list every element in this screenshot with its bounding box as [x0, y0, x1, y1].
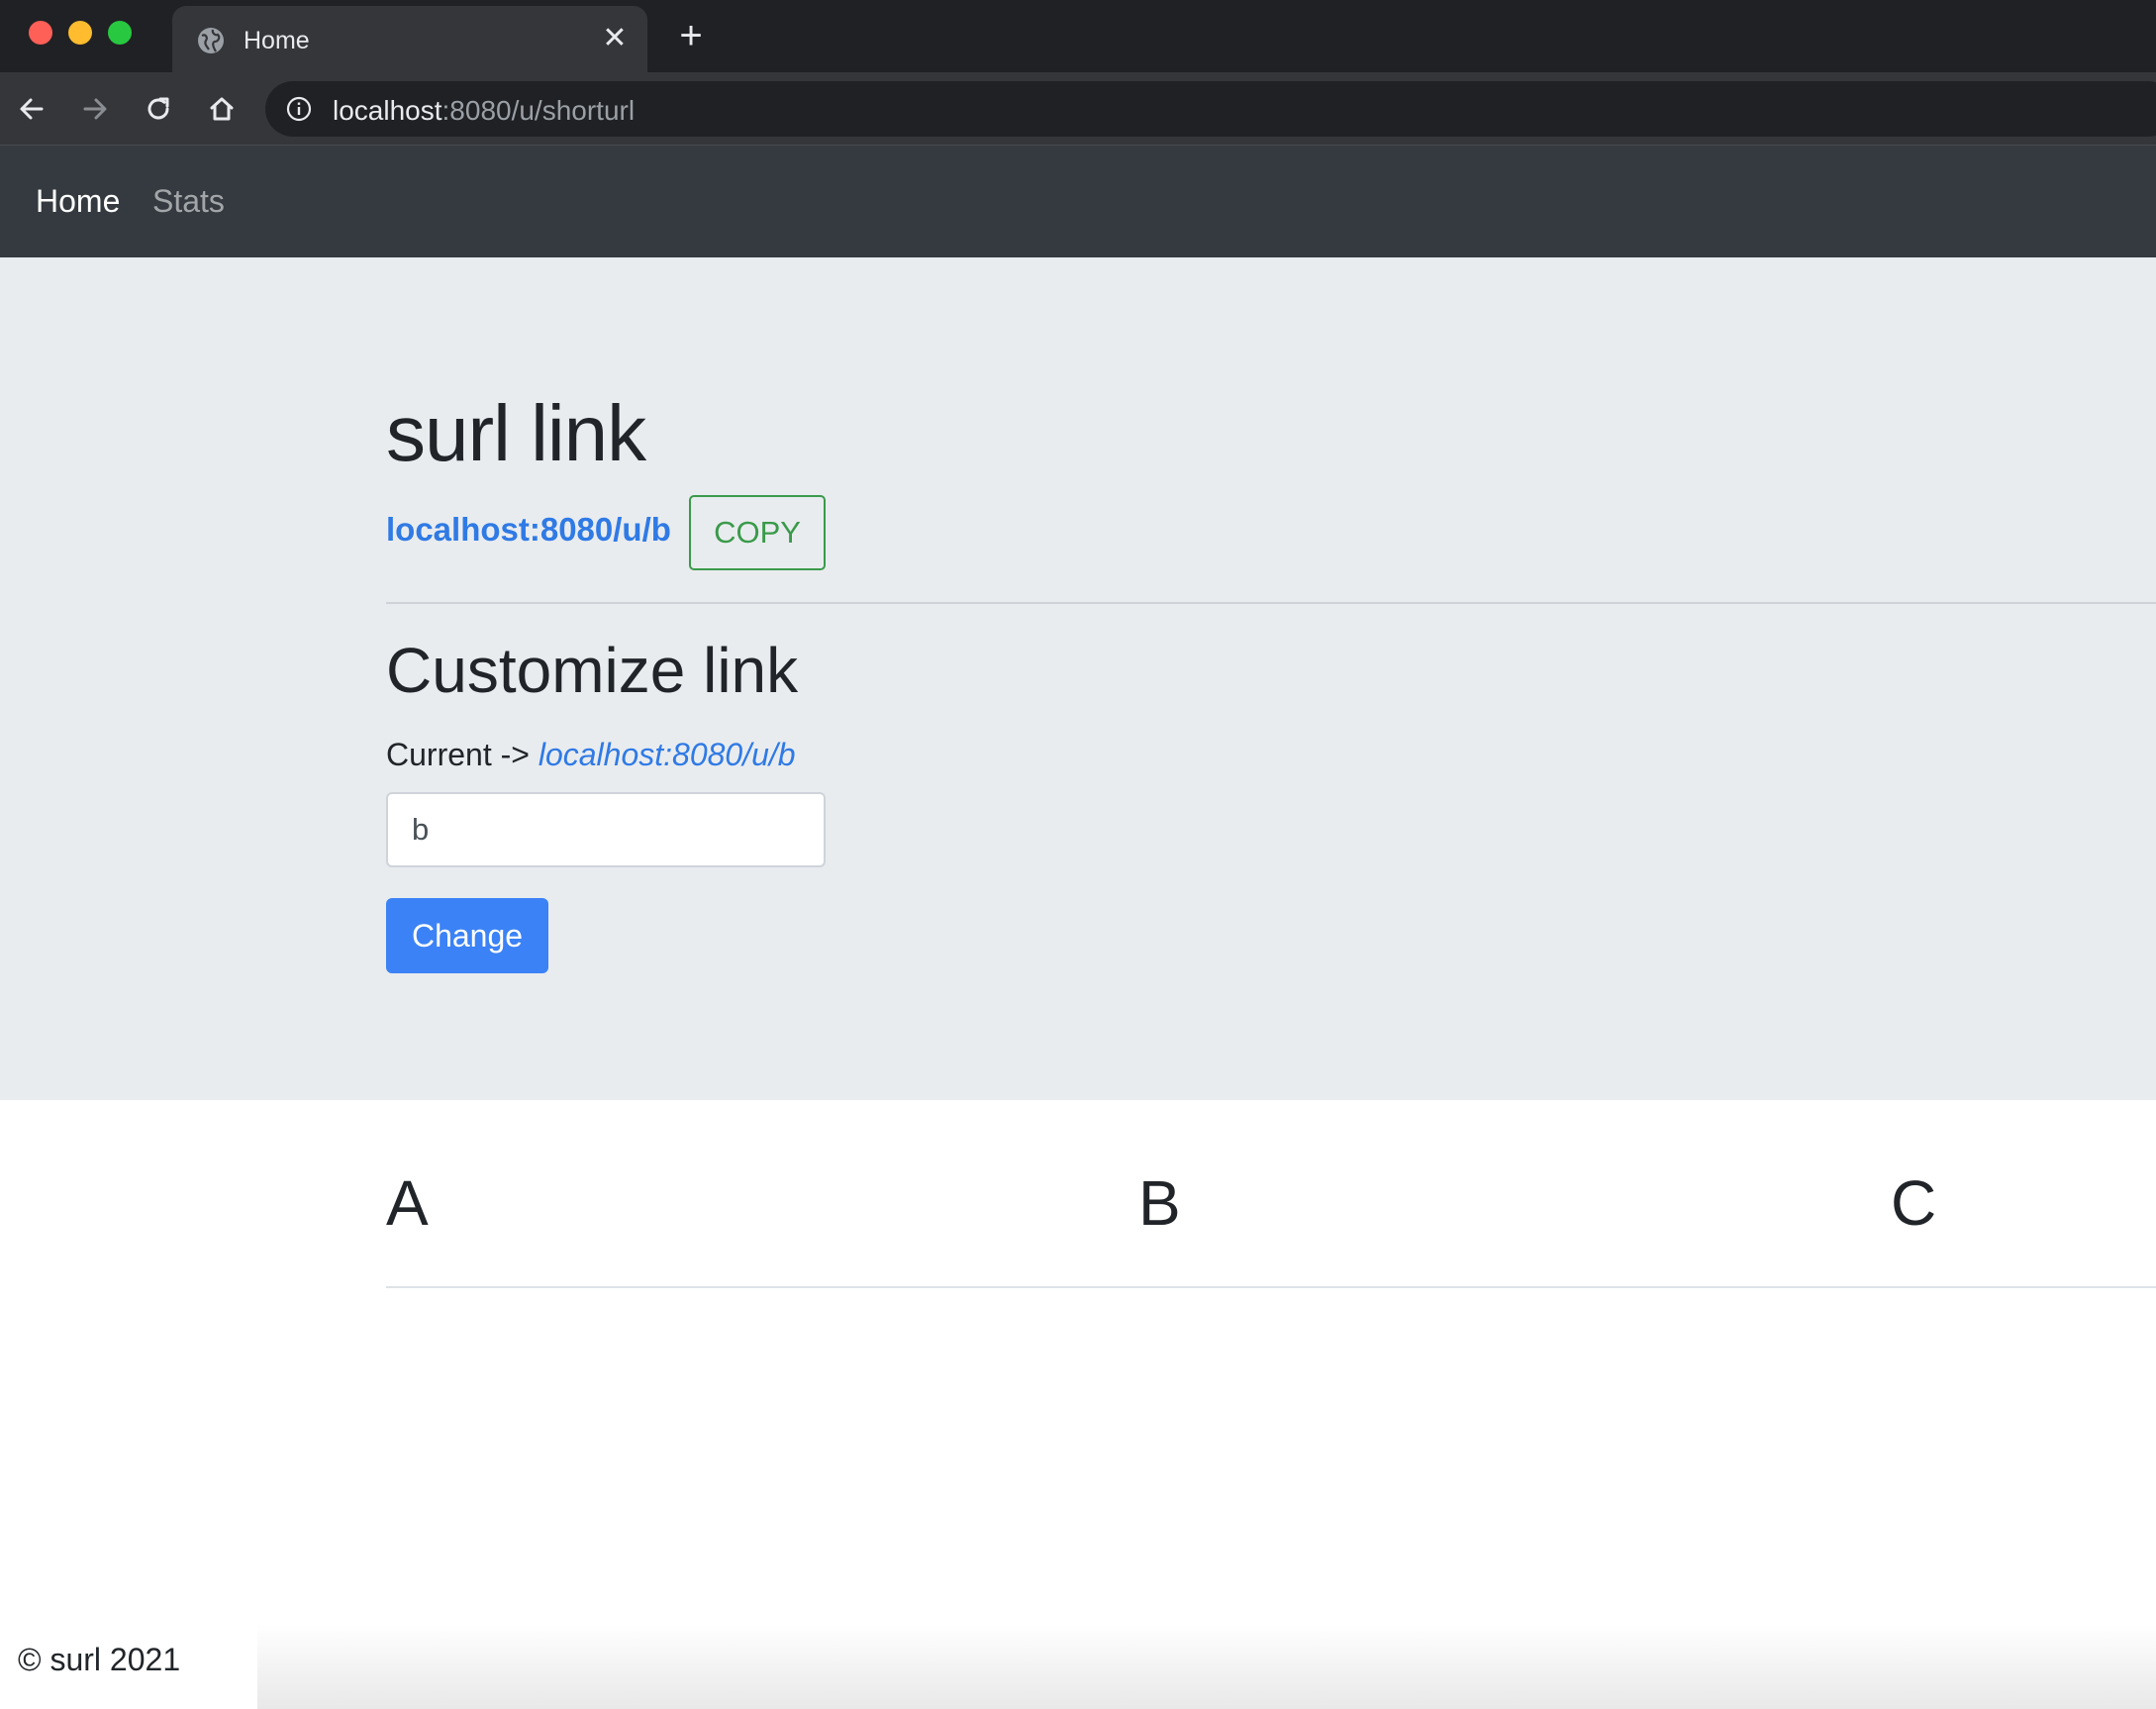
browser-tab-strip: Home ✕ + [0, 0, 2156, 72]
browser-tab[interactable]: Home ✕ [172, 6, 647, 72]
jumbotron: surl link localhost:8080/u/b COPY Custom… [0, 257, 2156, 1100]
window-maximize-button[interactable] [108, 21, 132, 45]
browser-toolbar: localhost:8080/u/shorturl [0, 72, 2156, 146]
column-header-b: B [1138, 1167, 1181, 1239]
divider [386, 602, 2156, 604]
back-icon[interactable] [12, 89, 51, 129]
footer-shadow [257, 1624, 2156, 1709]
footer-copyright: © surl 2021 [18, 1642, 181, 1677]
short-link[interactable]: localhost:8080/u/b [386, 511, 671, 549]
url-text[interactable]: localhost:8080/u/shorturl [333, 95, 635, 127]
url-host: localhost [333, 95, 442, 126]
new-tab-button[interactable]: + [673, 16, 709, 55]
home-icon[interactable] [202, 89, 242, 129]
column-header-a: A [386, 1167, 429, 1239]
page-title: surl link [386, 389, 646, 477]
current-prefix: Current -> [386, 737, 530, 772]
url-path: :8080/u/shorturl [441, 95, 636, 126]
window-minimize-button[interactable] [68, 21, 92, 45]
copy-button[interactable]: COPY [689, 495, 826, 570]
info-icon[interactable] [285, 95, 313, 123]
nav-home-link[interactable]: Home [36, 183, 120, 220]
alias-input[interactable] [386, 792, 826, 867]
column-header-c: C [1891, 1167, 1937, 1239]
customize-title: Customize link [386, 635, 799, 706]
change-button[interactable]: Change [386, 898, 548, 973]
tab-close-icon[interactable]: ✕ [600, 24, 630, 53]
site-navbar: Home Stats [0, 146, 2156, 257]
divider [386, 1286, 2156, 1288]
forward-icon[interactable] [75, 89, 115, 129]
nav-stats-link[interactable]: Stats [152, 183, 225, 220]
window-close-button[interactable] [29, 21, 52, 45]
current-link-line: Current -> localhost:8080/u/b [386, 737, 796, 773]
globe-icon [196, 26, 226, 55]
tab-title: Home [244, 27, 310, 54]
reload-icon[interactable] [139, 89, 178, 129]
address-bar[interactable]: localhost:8080/u/shorturl [265, 81, 2156, 137]
current-link[interactable]: localhost:8080/u/b [539, 737, 796, 772]
